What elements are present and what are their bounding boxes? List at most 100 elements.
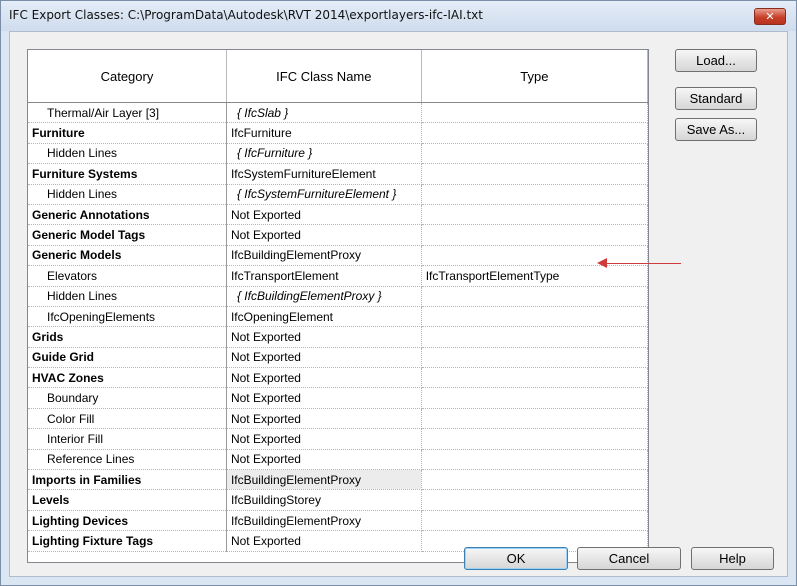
ifc-class-name-cell[interactable]: Not Exported — [226, 204, 422, 226]
type-cell[interactable] — [421, 224, 648, 246]
table-row[interactable]: Generic Models IfcBuildingElementProxy — [28, 245, 648, 267]
category-cell[interactable]: Lighting Fixture Tags — [28, 530, 227, 552]
table-row[interactable]: Elevators IfcTransportElement IfcTransport… — [28, 265, 648, 287]
ifc-class-name-cell[interactable]: IfcOpeningElement — [226, 306, 422, 328]
ifc-class-name-cell[interactable]: Not Exported — [226, 449, 422, 471]
category-cell[interactable]: HVAC Zones — [28, 367, 227, 389]
type-cell[interactable] — [421, 449, 648, 471]
category-cell[interactable]: Hidden Lines — [28, 184, 227, 205]
category-cell[interactable]: Grids — [28, 326, 227, 348]
ifc-class-name-cell[interactable]: IfcBuildingStorey — [226, 489, 422, 511]
type-cell[interactable] — [421, 469, 648, 491]
table-row[interactable]: Reference Lines Not Exported — [28, 449, 648, 471]
load-button[interactable]: Load... — [675, 49, 757, 72]
table-row[interactable]: Color Fill Not Exported — [28, 408, 648, 430]
type-cell[interactable]: IfcTransportElementType — [421, 265, 648, 287]
close-button[interactable]: ✕ — [754, 8, 786, 25]
table-header-row: Category IFC Class Name Type — [28, 50, 648, 103]
type-cell[interactable] — [421, 367, 648, 389]
ifc-class-name-cell[interactable]: IfcFurniture — [226, 122, 422, 144]
type-cell[interactable] — [421, 428, 648, 450]
ifc-class-name-cell[interactable]: IfcBuildingElementProxy — [226, 469, 422, 491]
ifc-class-name-cell[interactable]: { IfcFurniture } — [226, 143, 422, 165]
category-cell[interactable]: Interior Fill — [28, 428, 227, 450]
category-cell[interactable]: Thermal/Air Layer [3] — [28, 102, 227, 124]
ifc-class-name-cell[interactable]: { IfcSlab } — [226, 102, 422, 124]
category-cell[interactable]: Imports in Families — [28, 469, 227, 491]
table-row[interactable]: Boundary Not Exported — [28, 387, 648, 409]
type-cell[interactable] — [421, 387, 648, 409]
standard-button[interactable]: Standard — [675, 87, 757, 110]
category-cell[interactable]: Hidden Lines — [28, 286, 227, 307]
table-row[interactable]: Generic Model Tags Not Exported — [28, 224, 648, 246]
table-row[interactable]: Thermal/Air Layer [3]{ IfcSlab } — [28, 102, 648, 124]
title-bar[interactable]: IFC Export Classes: C:\ProgramData\Autod… — [1, 1, 796, 31]
window-title: IFC Export Classes: C:\ProgramData\Autod… — [9, 8, 483, 22]
ifc-class-name-cell[interactable]: IfcBuildingElementProxy — [226, 245, 422, 267]
type-cell[interactable] — [421, 122, 648, 144]
table-row[interactable]: Hidden Lines{ IfcSystemFurnitureElement … — [28, 184, 648, 205]
ifc-class-name-cell[interactable]: Not Exported — [226, 347, 422, 369]
ifc-class-name-cell[interactable]: Not Exported — [226, 367, 422, 389]
type-cell[interactable] — [421, 143, 648, 165]
table-row[interactable]: Furniture Systems IfcSystemFurnitureEleme… — [28, 163, 648, 185]
category-cell[interactable]: Boundary — [28, 387, 227, 409]
category-cell[interactable]: Generic Annotations — [28, 204, 227, 226]
column-header-ifc-class-name[interactable]: IFC Class Name — [226, 50, 422, 103]
ifc-class-name-cell[interactable]: Not Exported — [226, 224, 422, 246]
ifc-class-name-cell[interactable]: IfcTransportElement — [226, 265, 422, 287]
ifc-class-name-cell[interactable]: Not Exported — [226, 408, 422, 430]
column-header-type[interactable]: Type — [421, 50, 648, 103]
type-cell[interactable] — [421, 184, 648, 205]
category-cell[interactable]: Guide Grid — [28, 347, 227, 369]
ifc-class-name-cell[interactable]: Not Exported — [226, 428, 422, 450]
table-row[interactable]: Levels IfcBuildingStorey — [28, 489, 648, 511]
category-cell[interactable]: Furniture Systems — [28, 163, 227, 185]
category-cell[interactable]: Lighting Devices — [28, 510, 227, 532]
ifc-class-name-cell[interactable]: Not Exported — [226, 387, 422, 409]
ifc-class-name-cell[interactable]: Not Exported — [226, 530, 422, 552]
ok-button[interactable]: OK — [464, 547, 568, 570]
table-row[interactable]: Interior Fill Not Exported — [28, 428, 648, 450]
cancel-button[interactable]: Cancel — [577, 547, 681, 570]
ifc-class-name-cell[interactable]: { IfcBuildingElementProxy } — [226, 286, 422, 307]
category-cell[interactable]: IfcOpeningElements — [28, 306, 227, 328]
ifc-class-name-cell[interactable]: { IfcSystemFurnitureElement } — [226, 184, 422, 205]
ifc-class-name-cell[interactable]: IfcSystemFurnitureElement — [226, 163, 422, 185]
table-row[interactable]: HVAC Zones Not Exported — [28, 367, 648, 389]
type-cell[interactable] — [421, 163, 648, 185]
ifc-class-name-cell[interactable]: IfcBuildingElementProxy — [226, 510, 422, 532]
table-row[interactable]: Grids Not Exported — [28, 326, 648, 348]
table-row[interactable]: Generic Annotations Not Exported — [28, 204, 648, 226]
table-row[interactable]: Hidden Lines{ IfcFurniture } — [28, 143, 648, 165]
type-cell[interactable] — [421, 489, 648, 511]
category-cell[interactable]: Furniture — [28, 122, 227, 144]
table-row[interactable]: Imports in Families IfcBuildingElementPro… — [28, 469, 648, 491]
type-cell[interactable] — [421, 326, 648, 348]
table-row[interactable]: Lighting Devices IfcBuildingElementProxy — [28, 510, 648, 532]
category-cell[interactable]: Color Fill — [28, 408, 227, 430]
category-cell[interactable]: Elevators — [28, 265, 227, 287]
type-cell[interactable] — [421, 102, 648, 124]
category-cell[interactable]: Reference Lines — [28, 449, 227, 471]
type-cell[interactable] — [421, 286, 648, 307]
table-row[interactable]: IfcOpeningElements IfcOpeningElement — [28, 306, 648, 328]
table-row[interactable]: Guide Grid Not Exported — [28, 347, 648, 369]
annotation-arrow-icon — [597, 258, 607, 268]
dialog-window: IFC Export Classes: C:\ProgramData\Autod… — [0, 0, 797, 586]
category-cell[interactable]: Levels — [28, 489, 227, 511]
save-as-button[interactable]: Save As... — [675, 118, 757, 141]
category-cell[interactable]: Generic Models — [28, 245, 227, 267]
ifc-class-name-cell[interactable]: Not Exported — [226, 326, 422, 348]
table-row[interactable]: Furniture IfcFurniture — [28, 122, 648, 144]
type-cell[interactable] — [421, 408, 648, 430]
category-cell[interactable]: Generic Model Tags — [28, 224, 227, 246]
category-cell[interactable]: Hidden Lines — [28, 143, 227, 165]
type-cell[interactable] — [421, 510, 648, 532]
column-header-category[interactable]: Category — [28, 50, 227, 103]
table-row[interactable]: Hidden Lines{ IfcBuildingElementProxy } — [28, 286, 648, 307]
type-cell[interactable] — [421, 204, 648, 226]
type-cell[interactable] — [421, 306, 648, 328]
help-button[interactable]: Help — [691, 547, 774, 570]
type-cell[interactable] — [421, 347, 648, 369]
